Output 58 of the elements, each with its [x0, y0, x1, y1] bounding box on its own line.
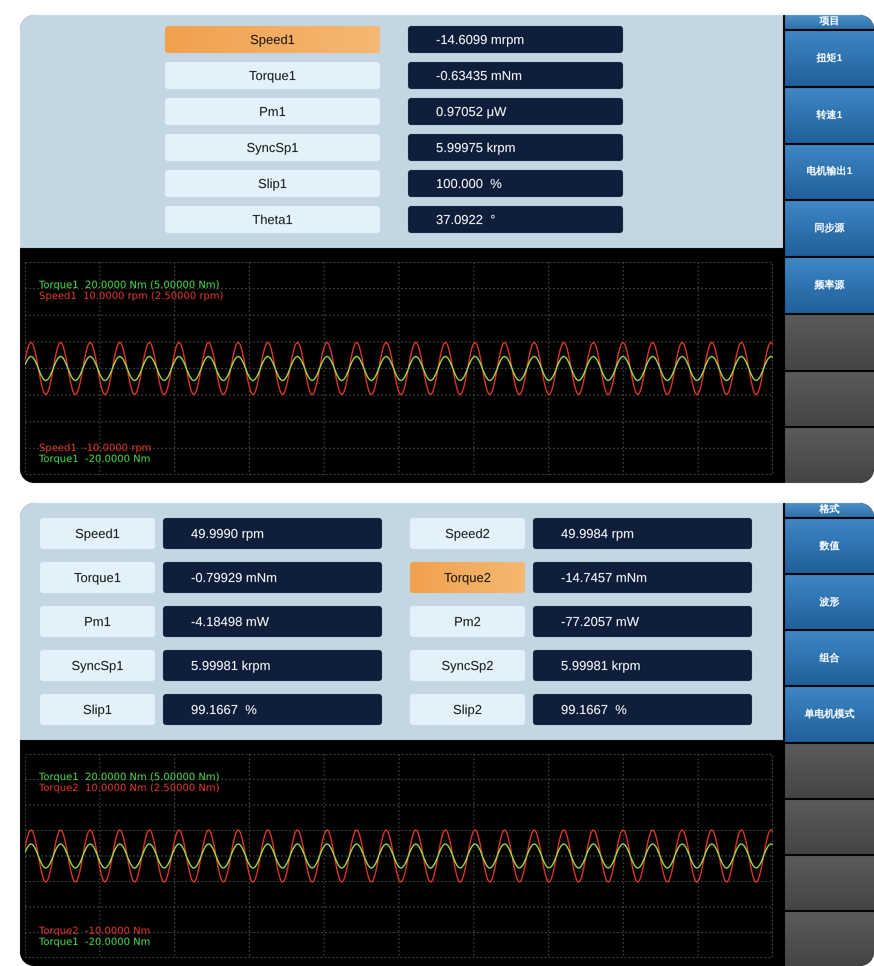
parameter-label[interactable]: Speed2 — [410, 518, 525, 549]
menu-button[interactable]: 数值 — [785, 519, 874, 574]
menu-header: 格式 — [785, 503, 874, 517]
parameter-value: 49.9984 rpm — [533, 518, 752, 549]
menu-button[interactable]: 波形 — [785, 575, 874, 630]
parameter-value: 5.99981 krpm — [163, 650, 382, 681]
parameter-value: -0.63435 mNm — [408, 62, 623, 89]
menu-button[interactable]: 组合 — [785, 631, 874, 686]
parameter-value: 0.97052 μW — [408, 98, 623, 125]
parameter-value: 5.99975 krpm — [408, 134, 623, 161]
scale-legend: Speed1 -10.0000 rpm — [39, 443, 152, 454]
parameter-label[interactable]: Torque1 — [40, 562, 155, 593]
parameter-label[interactable]: Slip1 — [40, 694, 155, 725]
menu-button[interactable]: 转速1 — [785, 88, 874, 142]
parameter-value: 100.000 % — [408, 170, 623, 197]
menu-button[interactable]: 单电机模式 — [785, 687, 874, 742]
menu-button[interactable]: 频率源 — [785, 258, 874, 313]
parameter-label[interactable]: Speed1 — [165, 26, 380, 53]
parameter-label[interactable]: Pm1 — [40, 606, 155, 637]
menu-button[interactable]: 同步源 — [785, 201, 874, 256]
menu-button[interactable]: 扭矩1 — [785, 31, 874, 86]
parameter-value: 5.99981 krpm — [533, 650, 752, 681]
parameter-label[interactable]: SyncSp1 — [40, 650, 155, 681]
scale-legend: Torque1 -20.0000 Nm — [39, 937, 150, 948]
parameter-label[interactable]: Torque2 — [410, 562, 525, 593]
scale-legend: Torque1 20.0000 Nm (5.00000 Nm) — [39, 280, 224, 291]
parameter-value: 37.0922 ° — [408, 206, 623, 233]
parameter-label[interactable]: Pm2 — [410, 606, 525, 637]
parameter-value: -14.6099 mrpm — [408, 26, 623, 53]
menu-button[interactable] — [785, 372, 874, 426]
parameter-value: 99.1667 % — [533, 694, 752, 725]
scale-legend: Torque2 10.0000 Nm (2.50000 Nm) — [39, 783, 220, 794]
menu-button[interactable] — [785, 314, 874, 370]
parameter-label[interactable]: Pm1 — [165, 98, 380, 125]
scale-legend: Torque2 -10.0000 Nm — [39, 926, 150, 937]
parameter-label[interactable]: Theta1 — [165, 206, 380, 233]
parameter-value: 99.1667 % — [163, 694, 382, 725]
menu-button[interactable] — [785, 744, 874, 798]
parameter-label[interactable]: Speed1 — [40, 518, 155, 549]
menu-button[interactable] — [785, 800, 874, 854]
parameter-label[interactable]: SyncSp1 — [165, 134, 380, 161]
parameter-value: -0.79929 mNm — [163, 562, 382, 593]
scale-legend: Speed1 10.0000 rpm (2.50000 rpm) — [39, 291, 224, 302]
menu-button[interactable] — [785, 856, 874, 910]
parameter-label[interactable]: Slip2 — [410, 694, 525, 725]
scale-legend: Torque1 20.0000 Nm (5.00000 Nm) — [39, 772, 220, 783]
parameter-label[interactable]: SyncSp2 — [410, 650, 525, 681]
menu-header: 项目 — [785, 15, 874, 29]
parameter-value: -14.7457 mNm — [533, 562, 752, 593]
parameter-label[interactable]: Torque1 — [165, 62, 380, 89]
menu-button[interactable] — [785, 912, 874, 966]
menu-button[interactable] — [785, 428, 874, 483]
parameter-value: -77.2057 mW — [533, 606, 752, 637]
menu-button[interactable]: 电机输出1 — [785, 144, 874, 200]
parameter-value: 49.9990 rpm — [163, 518, 382, 549]
scale-legend: Torque1 -20.0000 Nm — [39, 454, 152, 465]
parameter-value: -4.18498 mW — [163, 606, 382, 637]
parameter-label[interactable]: Slip1 — [165, 170, 380, 197]
